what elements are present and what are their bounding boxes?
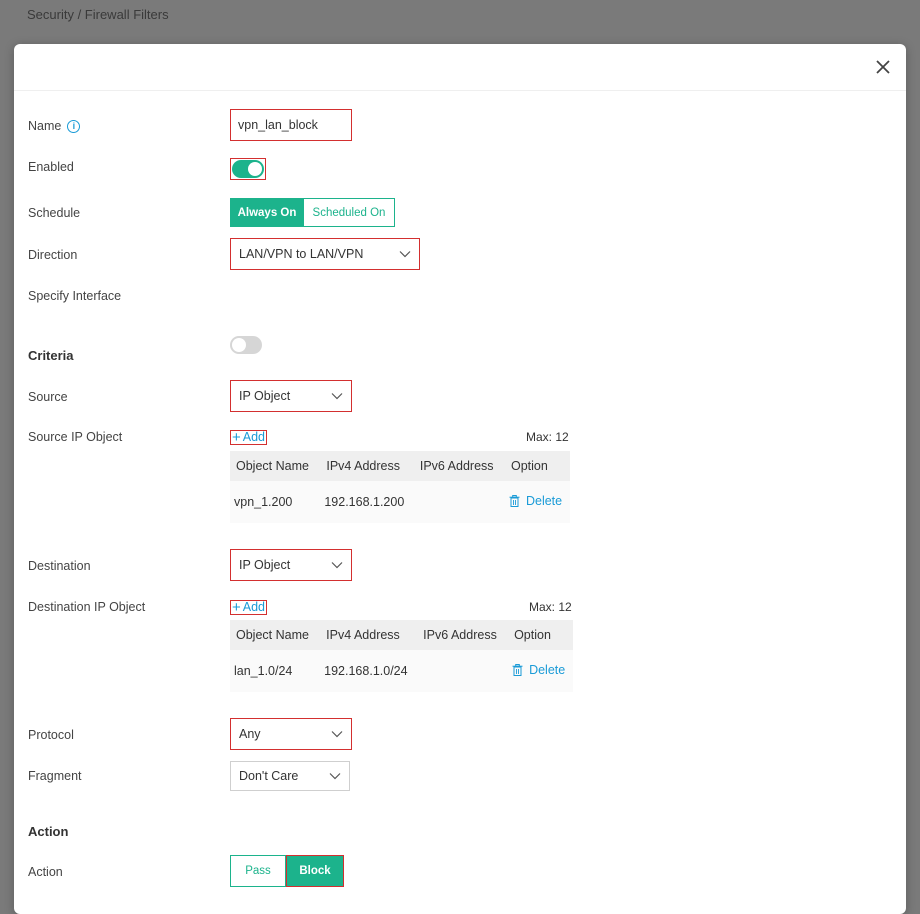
enabled-toggle[interactable]	[232, 160, 264, 178]
toggle-knob	[232, 338, 246, 352]
chevron-down-icon	[331, 731, 343, 738]
direction-value: LAN/VPN to LAN/VPN	[239, 247, 364, 261]
ipv6-cell	[417, 650, 509, 692]
plus-icon: +	[232, 429, 241, 446]
col-option: Option	[510, 459, 548, 473]
close-icon[interactable]	[872, 56, 894, 78]
destination-max-label: Max: 12	[529, 600, 572, 614]
destination-value: IP Object	[239, 558, 291, 572]
table-row: vpn_1.200 192.168.1.200 Delete	[230, 481, 570, 523]
destination-select[interactable]: IP Object	[230, 549, 352, 581]
direction-label: Direction	[28, 248, 78, 262]
info-icon[interactable]: i	[67, 120, 81, 134]
schedule-scheduled-on-button[interactable]: Scheduled On	[304, 198, 395, 227]
col-ipv4-address: IPv4 Address	[326, 628, 400, 642]
table-header-row: Object Name IPv4 Address IPv6 Address Op…	[230, 451, 570, 481]
action-section-title: Action	[28, 824, 69, 839]
destination-ip-object-table: Object Name IPv4 Address IPv6 Address Op…	[230, 620, 573, 692]
trash-icon	[512, 664, 523, 676]
criteria-section-title: Criteria	[28, 348, 74, 363]
object-name-cell: vpn_1.200	[230, 481, 321, 523]
fragment-value: Don't Care	[239, 769, 299, 783]
schedule-toggle-group: Always On Scheduled On	[230, 198, 395, 227]
chevron-down-icon	[399, 251, 411, 258]
table-row: lan_1.0/24 192.168.1.0/24 Delete	[230, 650, 573, 692]
col-object-name: Object Name	[236, 459, 309, 473]
source-value: IP Object	[239, 389, 291, 403]
firewall-filter-modal: Name i vpn_lan_block Enabled Schedule Alw…	[14, 44, 906, 914]
protocol-value: Any	[239, 727, 261, 741]
schedule-label: Schedule	[28, 206, 81, 220]
name-input[interactable]: vpn_lan_block	[230, 109, 352, 141]
modal-header	[14, 44, 906, 91]
chevron-down-icon	[329, 773, 341, 780]
destination-add-link[interactable]: + Add	[230, 599, 268, 616]
destination-add-wrapper: + Add	[230, 599, 268, 617]
plus-icon: +	[232, 599, 241, 616]
action-toggle-group: Pass Block	[230, 855, 344, 887]
col-ipv4-address: IPv4 Address	[326, 459, 400, 473]
action-label: Action	[28, 865, 63, 879]
action-block-button[interactable]: Block	[286, 855, 344, 887]
col-ipv6-address: IPv6 Address	[423, 628, 497, 642]
chevron-down-icon	[331, 393, 343, 400]
specify-interface-toggle[interactable]	[230, 336, 262, 354]
toggle-knob	[248, 162, 262, 176]
fragment-label: Fragment	[28, 769, 82, 783]
option-cell: Delete	[508, 650, 573, 692]
option-cell: Delete	[504, 481, 570, 523]
name-label: Name i	[28, 119, 81, 134]
col-object-name: Object Name	[236, 628, 309, 642]
ipv4-cell: 192.168.1.0/24	[320, 650, 418, 692]
destination-ip-object-label: Destination IP Object	[28, 600, 146, 614]
source-select[interactable]: IP Object	[230, 380, 352, 412]
enabled-label: Enabled	[28, 160, 74, 174]
schedule-always-on-button[interactable]: Always On	[230, 198, 304, 227]
enabled-toggle-highlight	[230, 158, 266, 180]
delete-button[interactable]: Delete	[512, 663, 565, 677]
protocol-label: Protocol	[28, 728, 74, 742]
col-ipv6-address: IPv6 Address	[419, 459, 494, 473]
delete-button[interactable]: Delete	[509, 494, 562, 508]
trash-icon	[509, 495, 520, 507]
source-add-wrapper: + Add	[230, 429, 268, 447]
action-pass-button[interactable]: Pass	[230, 855, 286, 887]
ipv6-cell	[413, 481, 505, 523]
col-option: Option	[514, 628, 551, 642]
object-name-cell: lan_1.0/24	[230, 650, 321, 692]
specify-interface-label: Specify Interface	[28, 289, 122, 303]
source-label: Source	[28, 390, 68, 404]
source-max-label: Max: 12	[526, 430, 569, 444]
breadcrumb: Security / Firewall Filters	[27, 7, 169, 22]
direction-select[interactable]: LAN/VPN to LAN/VPN	[230, 238, 420, 270]
source-ip-object-table: Object Name IPv4 Address IPv6 Address Op…	[230, 451, 570, 523]
chevron-down-icon	[331, 562, 343, 569]
table-header-row: Object Name IPv4 Address IPv6 Address Op…	[230, 620, 573, 650]
protocol-select[interactable]: Any	[230, 718, 352, 750]
source-add-link[interactable]: + Add	[230, 429, 268, 446]
ipv4-cell: 192.168.1.200	[320, 481, 414, 523]
source-ip-object-label: Source IP Object	[28, 430, 123, 444]
destination-label: Destination	[28, 559, 91, 573]
fragment-select[interactable]: Don't Care	[230, 761, 350, 791]
